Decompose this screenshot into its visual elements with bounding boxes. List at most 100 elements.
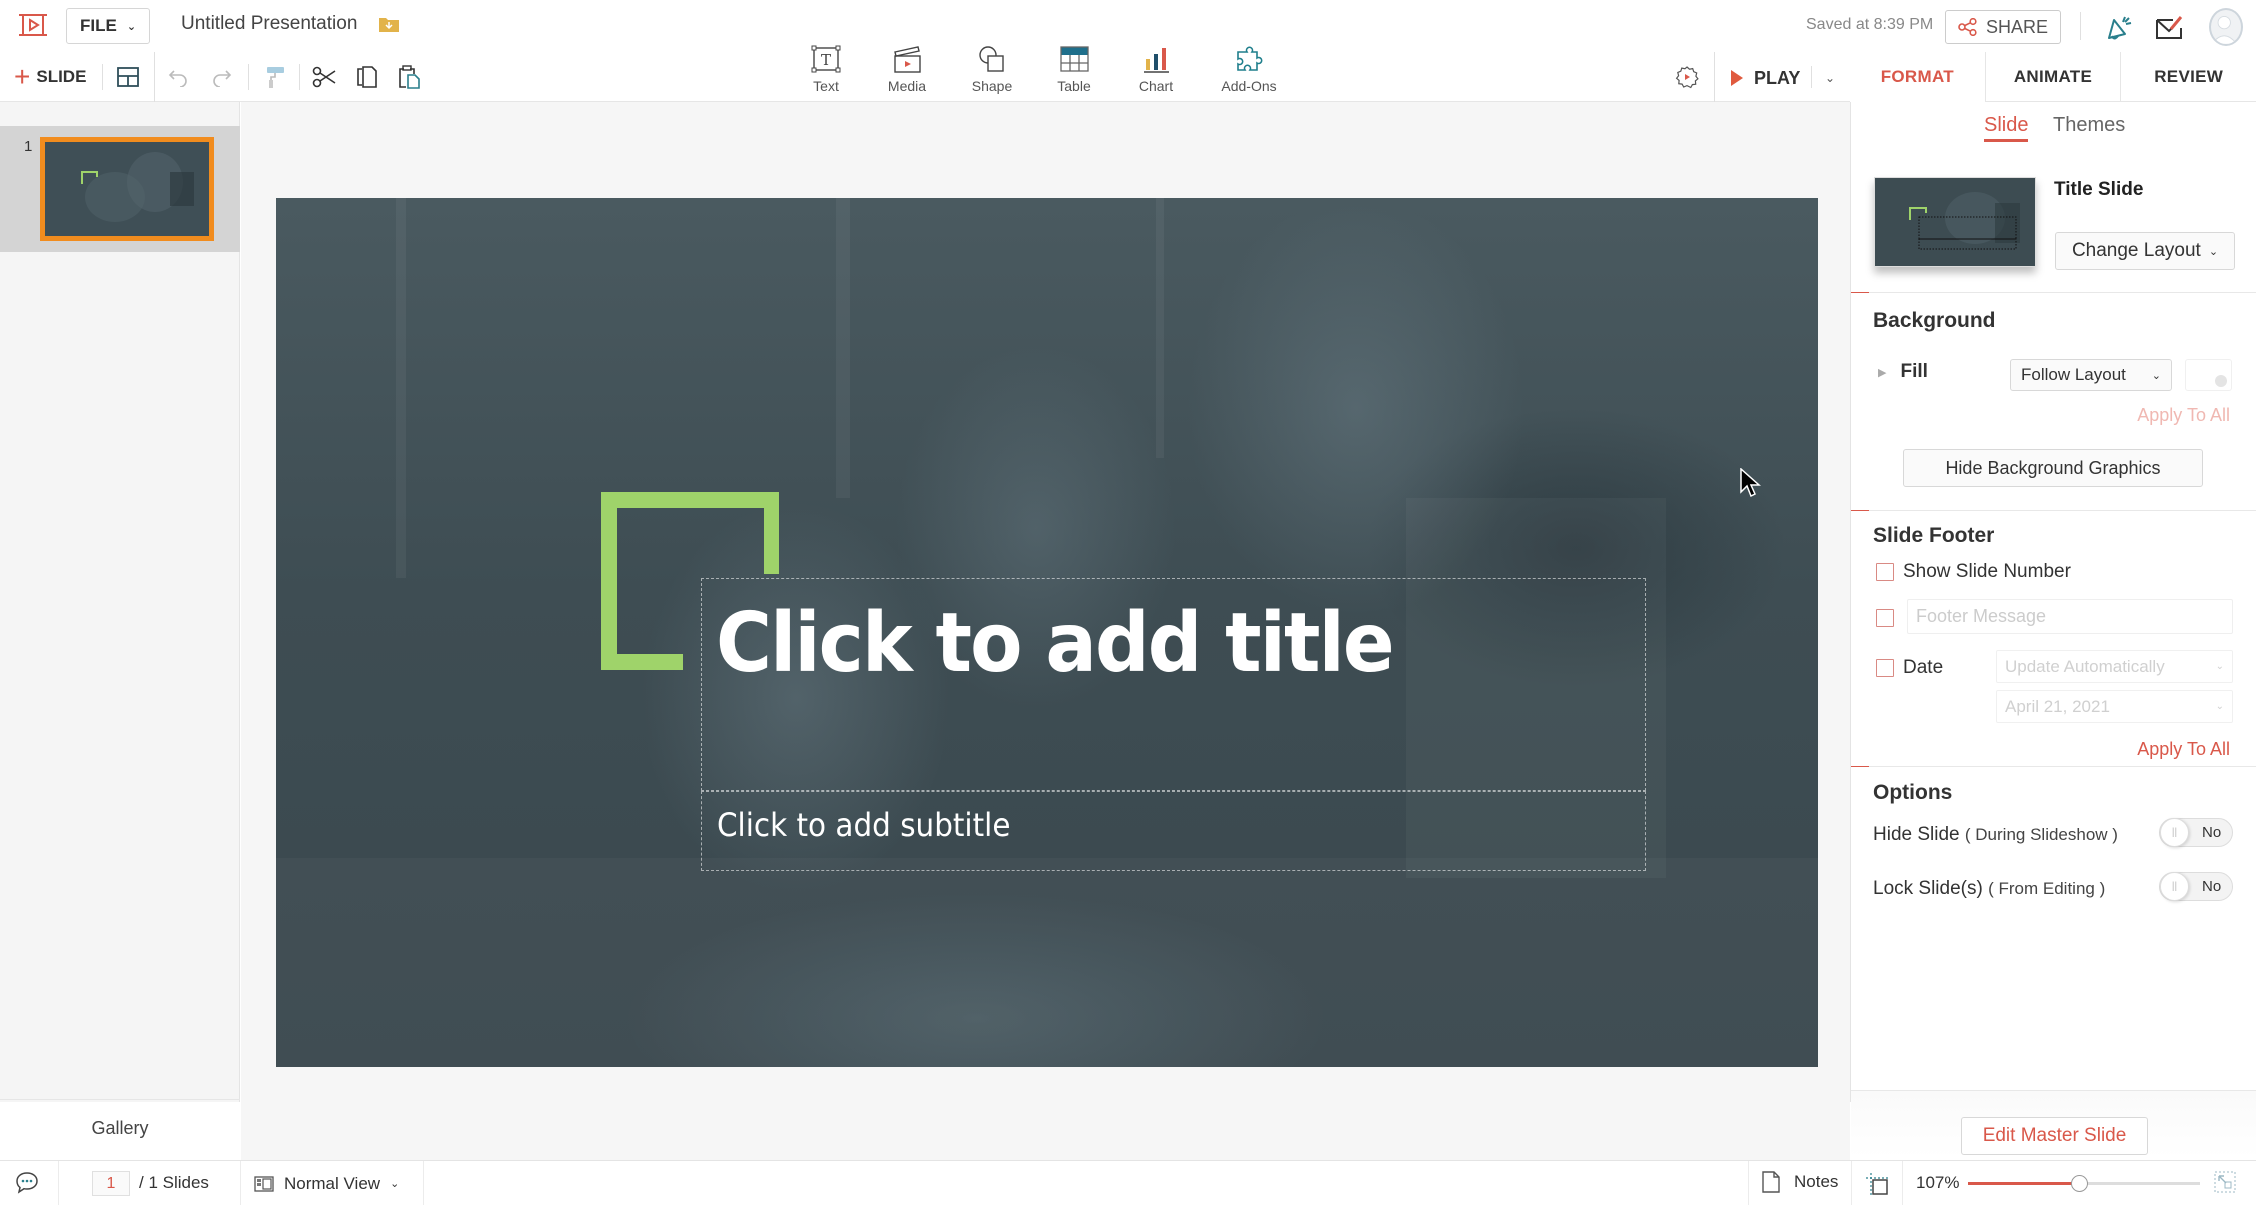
show-slide-number-label: Show Slide Number: [1903, 561, 2071, 582]
hide-slide-text: Hide Slide: [1873, 824, 1960, 845]
insert-chart-button[interactable]: Chart: [1116, 42, 1196, 100]
redo-icon[interactable]: [206, 62, 236, 92]
undo-icon[interactable]: [164, 62, 194, 92]
svg-text:T: T: [821, 51, 831, 69]
add-slide-button[interactable]: + SLIDE: [14, 60, 86, 94]
date-format-select[interactable]: April 21, 2021 ⌄: [1996, 690, 2233, 723]
play-settings-icon[interactable]: [1672, 62, 1702, 92]
share-button[interactable]: SHARE: [1945, 10, 2061, 44]
date-mode-select[interactable]: Update Automatically ⌄: [1996, 650, 2233, 683]
change-layout-dropdown[interactable]: Change Layout ⌄: [2055, 232, 2235, 270]
copy-icon[interactable]: [352, 62, 382, 92]
lock-slide-toggle[interactable]: || No: [2159, 872, 2233, 901]
insert-shape-label: Shape: [971, 78, 1013, 94]
edit-master-slide-button[interactable]: Edit Master Slide: [1961, 1117, 2148, 1155]
hide-background-graphics-button[interactable]: Hide Background Graphics: [1903, 449, 2203, 487]
slide-footer-heading: Slide Footer: [1873, 524, 1995, 547]
subtab-themes[interactable]: Themes: [2053, 114, 2125, 137]
slide-size-icon[interactable]: [1865, 1172, 1889, 1196]
chat-icon[interactable]: [14, 1171, 40, 1195]
thumbnail-preview: [45, 142, 209, 236]
footer-apply-all-link[interactable]: Apply To All: [2137, 739, 2230, 760]
divider: [423, 1161, 424, 1205]
normal-view-icon: [254, 1175, 274, 1192]
divider: [1748, 1161, 1749, 1205]
main-toolbar: + SLIDE T Text Media Shape Table Chart A…: [0, 45, 1850, 102]
fit-to-screen-icon[interactable]: [2214, 1171, 2236, 1193]
subtitle-placeholder[interactable]: Click to add subtitle: [717, 806, 1010, 844]
view-mode-select[interactable]: Normal View ⌄: [254, 1171, 399, 1196]
background-heading: Background: [1873, 309, 1996, 332]
format-panel: Slide Themes Title Slide Change Layout ⌄…: [1850, 102, 2256, 1158]
play-options-chevron-icon[interactable]: ⌄: [1818, 64, 1842, 92]
text-box-icon: T: [811, 45, 841, 73]
divider: [102, 64, 103, 90]
format-subtabs: Slide Themes: [1851, 114, 2256, 154]
zoom-percent: 107%: [1916, 1173, 1960, 1192]
date-mode-value: Update Automatically: [2005, 656, 2165, 676]
fill-toggle[interactable]: ▶ Fill: [1878, 361, 1928, 383]
chevron-down-icon: ⌄: [126, 20, 137, 33]
bar-chart-icon: [1144, 48, 1169, 73]
divider: [299, 64, 300, 90]
fill-color-picker[interactable]: [2185, 359, 2232, 391]
subtab-slide[interactable]: Slide: [1984, 114, 2029, 142]
section-divider: [1851, 766, 2256, 767]
notes-button[interactable]: Notes: [1762, 1171, 1838, 1193]
options-heading: Options: [1873, 781, 1953, 804]
background-detail: [276, 858, 1818, 1067]
format-painter-icon[interactable]: [260, 62, 290, 92]
insert-text-label: Text: [813, 78, 839, 94]
layout-thumbnail[interactable]: [1874, 177, 2036, 267]
app-logo-icon[interactable]: [18, 12, 48, 38]
tab-review[interactable]: REVIEW: [2120, 52, 2256, 102]
insert-text-button[interactable]: T Text: [786, 42, 866, 100]
mouse-cursor-icon: [1740, 468, 1761, 498]
folder-icon[interactable]: [379, 16, 399, 32]
background-apply-all-link[interactable]: Apply To All: [2137, 405, 2230, 426]
page-number-input[interactable]: 1: [92, 1171, 130, 1196]
share-label: SHARE: [1985, 16, 2048, 37]
announcement-icon[interactable]: [2104, 14, 2134, 42]
fill-type-value: Follow Layout: [2021, 365, 2126, 384]
fill-type-select[interactable]: Follow Layout ⌄: [2010, 359, 2172, 391]
tab-format[interactable]: FORMAT: [1850, 52, 1985, 102]
slide-canvas[interactable]: Click to add title Click to add subtitle: [276, 198, 1818, 1067]
layout-name: Title Slide: [2054, 179, 2144, 200]
divider: [1811, 66, 1812, 88]
date-label: Date: [1903, 657, 1944, 678]
hide-slide-toggle[interactable]: || No: [2159, 818, 2233, 847]
insert-chart-label: Chart: [1138, 78, 1174, 94]
zoom-slider-handle[interactable]: [2071, 1175, 2089, 1192]
title-placeholder[interactable]: Click to add title: [716, 593, 1395, 696]
gallery-button[interactable]: Gallery: [0, 1099, 240, 1156]
show-slide-number-checkbox[interactable]: [1876, 563, 1894, 581]
footer-message-checkbox[interactable]: [1876, 609, 1894, 627]
slide-thumbnail-row[interactable]: 1: [0, 126, 240, 252]
play-button[interactable]: PLAY: [1730, 60, 1800, 96]
view-mode-value: Normal View: [284, 1173, 381, 1193]
footer-message-input[interactable]: Footer Message: [1907, 599, 2233, 634]
change-layout-label: Change Layout: [2071, 240, 2201, 261]
user-avatar[interactable]: [2209, 8, 2243, 46]
section-divider: [1851, 292, 2256, 293]
add-ons-button[interactable]: Add-Ons: [1209, 42, 1289, 100]
document-title[interactable]: Untitled Presentation: [181, 13, 357, 35]
insert-table-button[interactable]: Table: [1034, 42, 1114, 100]
file-menu-button[interactable]: FILE ⌄: [66, 8, 150, 44]
zoom-slider[interactable]: [1968, 1175, 2200, 1192]
layout-icon[interactable]: [113, 62, 143, 92]
tab-animate[interactable]: ANIMATE: [1984, 52, 2121, 102]
insert-shape-button[interactable]: Shape: [952, 42, 1032, 100]
cut-icon[interactable]: [309, 62, 339, 92]
panel-tabs: FORMAT ANIMATE REVIEW: [1850, 52, 2256, 102]
hide-slide-note: ( During Slideshow ): [1964, 825, 2118, 844]
plus-icon: +: [14, 61, 31, 92]
slide-thumbnail[interactable]: [40, 137, 214, 241]
paste-icon[interactable]: [394, 62, 424, 92]
date-checkbox[interactable]: [1876, 659, 1894, 677]
lock-slide-value: No: [2202, 878, 2222, 895]
insert-media-button[interactable]: Media: [867, 42, 947, 100]
feedback-icon[interactable]: [2154, 14, 2184, 42]
slides-panel: 1 Gallery: [0, 102, 240, 1138]
